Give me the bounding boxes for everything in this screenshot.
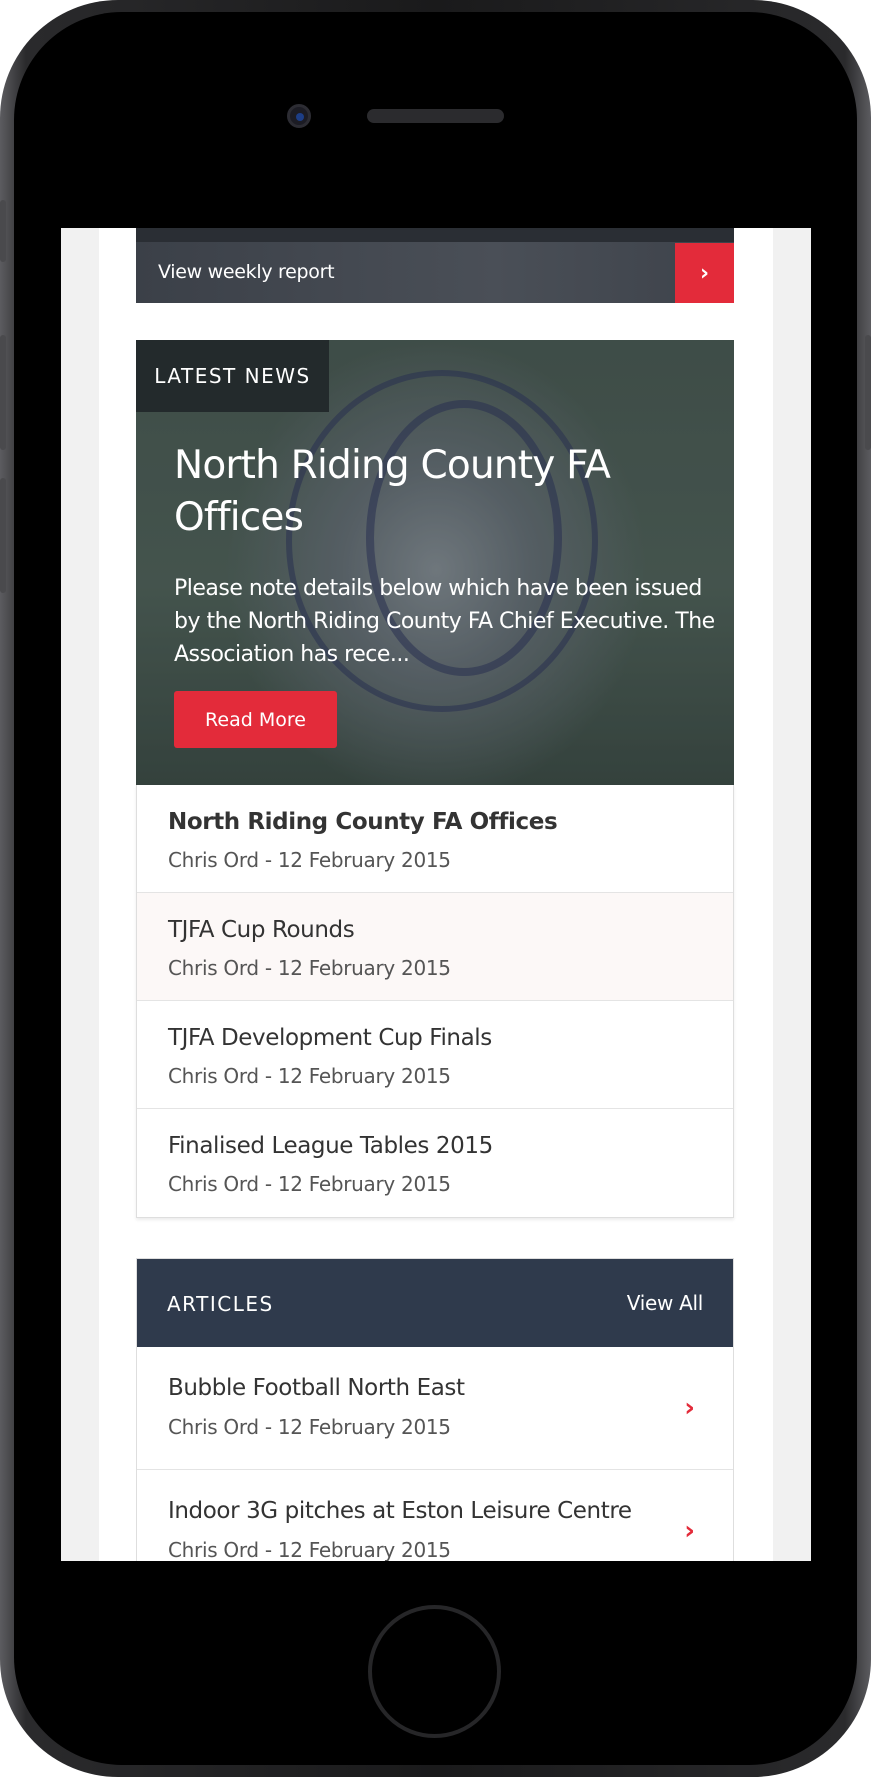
news-item-title: Finalised League Tables 2015 [168,1133,493,1159]
front-camera [287,104,311,128]
articles-panel: ARTICLES View All Bubble Football North … [136,1258,734,1561]
phone-screen: View weekly report › LATEST NEWS North R… [61,228,811,1561]
news-item-meta: Chris Ord - 12 February 2015 [168,956,451,980]
news-item-meta: Chris Ord - 12 February 2015 [168,848,451,872]
article-item-title: Indoor 3G pitches at Eston Leisure Centr… [168,1498,632,1524]
latest-news-hero[interactable]: LATEST NEWS North Riding County FA Offic… [136,340,734,785]
article-item-meta: Chris Ord - 12 February 2015 [168,1415,451,1439]
article-item-title: Bubble Football North East [168,1375,465,1401]
hero-excerpt: Please note details below which have bee… [174,576,715,667]
news-list: North Riding County FA Offices Chris Ord… [136,785,734,1218]
articles-title: ARTICLES [167,1292,274,1316]
power-button [865,335,871,450]
latest-news-tag: LATEST NEWS [136,340,329,412]
news-item-title: TJFA Development Cup Finals [168,1025,492,1051]
news-item[interactable]: North Riding County FA Offices Chris Ord… [137,785,733,893]
news-item-meta: Chris Ord - 12 February 2015 [168,1172,451,1196]
mute-switch [0,200,6,262]
page-content: View weekly report › LATEST NEWS North R… [99,228,773,1561]
volume-up-button [0,335,6,450]
chevron-right-icon: › [684,1516,695,1546]
article-item[interactable]: Indoor 3G pitches at Eston Leisure Centr… [137,1470,733,1561]
article-item[interactable]: Bubble Football North East Chris Ord - 1… [137,1347,733,1470]
weekly-report-arrow-button[interactable]: › [675,243,734,303]
weekly-report-label: View weekly report [158,261,335,283]
news-item-meta: Chris Ord - 12 February 2015 [168,1064,451,1088]
view-all-link[interactable]: View All [627,1291,704,1315]
weekly-report-banner[interactable]: View weekly report › [136,228,734,303]
news-item-title: North Riding County FA Offices [168,809,558,835]
news-item-title: TJFA Cup Rounds [168,917,355,943]
chevron-right-icon: › [684,1393,695,1423]
volume-down-button [0,478,6,593]
article-item-meta: Chris Ord - 12 February 2015 [168,1538,451,1561]
read-more-button[interactable]: Read More [174,691,337,748]
home-button[interactable] [368,1605,501,1738]
news-item[interactable]: TJFA Development Cup Finals Chris Ord - … [137,1001,733,1109]
weekly-image-strip [136,228,734,242]
articles-header: ARTICLES View All [137,1259,733,1347]
phone-frame: View weekly report › LATEST NEWS North R… [0,0,871,1777]
news-item[interactable]: TJFA Cup Rounds Chris Ord - 12 February … [137,893,733,1001]
hero-headline[interactable]: North Riding County FA Offices [174,440,694,544]
news-item[interactable]: Finalised League Tables 2015 Chris Ord -… [137,1109,733,1217]
chevron-right-icon: › [699,260,710,286]
earpiece-speaker [367,109,504,123]
